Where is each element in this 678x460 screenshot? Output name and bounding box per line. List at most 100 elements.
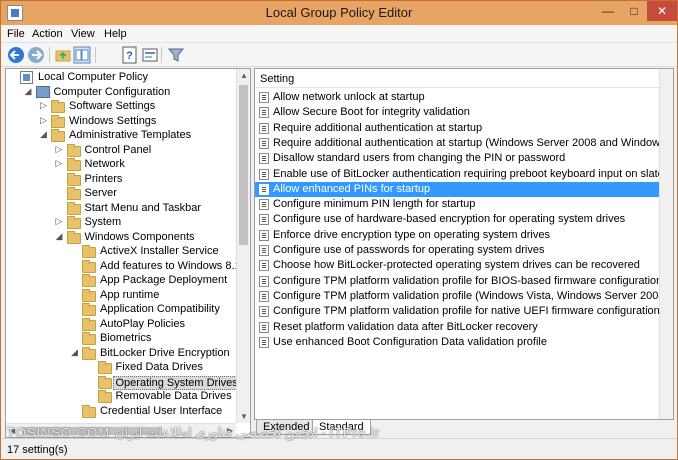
folder-icon <box>51 129 65 142</box>
collapse-arrow-icon[interactable]: ◢ <box>71 347 81 358</box>
setting-label: Configure use of hardware-based encrypti… <box>273 213 626 226</box>
policy-setting-icon <box>259 260 269 272</box>
filter-icon[interactable] <box>167 46 185 64</box>
expand-arrow-icon[interactable]: ▷ <box>56 158 66 169</box>
policy-setting-icon <box>259 214 269 226</box>
setting-row[interactable]: Enable use of BitLocker authentication r… <box>255 167 659 182</box>
setting-row[interactable]: Allow Secure Boot for integrity validati… <box>255 105 659 120</box>
title-bar[interactable]: Local Group Policy Editor — □ ✕ <box>1 1 677 25</box>
settings-list-pane[interactable]: Setting Allow network unlock at startup A… <box>254 68 674 420</box>
setting-label: Allow Secure Boot for integrity validati… <box>273 106 470 119</box>
policy-setting-icon <box>259 321 269 333</box>
setting-label: Choose how BitLocker-protected operating… <box>273 259 640 272</box>
setting-label: Allow enhanced PINs for startup <box>273 182 431 195</box>
policy-setting-icon <box>259 275 269 287</box>
properties-icon[interactable] <box>141 46 159 64</box>
tree-item-label: BitLocker Drive Encryption <box>100 346 230 359</box>
setting-row[interactable]: Configure TPM platform validation profil… <box>255 289 659 304</box>
folder-icon <box>66 230 81 244</box>
folder-icon <box>66 172 81 186</box>
setting-row[interactable]: Configure use of passwords for operating… <box>255 243 659 258</box>
tree-item-label: Add features to Windows 8.1 <box>100 259 241 272</box>
folder-icon <box>66 216 81 229</box>
scroll-thumb[interactable] <box>239 85 248 245</box>
column-header-setting[interactable]: Setting <box>260 73 294 85</box>
collapse-arrow-icon[interactable]: ◢ <box>25 86 35 97</box>
tree-item-label: Administrative Templates <box>69 129 192 141</box>
folder-icon <box>82 346 96 360</box>
setting-row[interactable]: Require additional authentication at sta… <box>255 136 659 151</box>
collapse-arrow-icon[interactable]: ◢ <box>40 129 50 140</box>
forward-arrow-icon[interactable] <box>27 46 45 64</box>
computer-icon <box>35 85 50 98</box>
folder-icon <box>66 143 81 157</box>
menu-view[interactable]: View <box>71 28 95 40</box>
back-arrow-icon[interactable] <box>7 46 25 64</box>
policy-setting-icon <box>259 183 269 195</box>
tree-item-label: Computer Configuration <box>53 85 171 98</box>
tree-item-label: Biometrics <box>100 332 152 344</box>
up-folder-icon[interactable] <box>54 46 72 64</box>
tree-item-label: Fixed Data Drives <box>115 361 203 373</box>
show-hide-tree-icon[interactable] <box>73 46 91 64</box>
toolbar-separator <box>49 47 50 63</box>
menu-help[interactable]: Help <box>104 28 127 40</box>
setting-row[interactable]: Configure minimum PIN length for startup <box>255 197 659 212</box>
setting-row[interactable]: Reset platform validation data after Bit… <box>255 320 659 335</box>
folder-icon <box>82 332 96 345</box>
expand-arrow-icon[interactable]: ▷ <box>40 100 50 111</box>
folder-icon <box>82 259 96 273</box>
list-header[interactable]: Setting <box>255 69 673 88</box>
setting-row[interactable]: Allow enhanced PINs for startup <box>255 181 659 198</box>
setting-row[interactable]: Enforce drive encryption type on operati… <box>255 228 659 243</box>
toolbar-separator <box>161 47 162 63</box>
setting-row[interactable]: Allow network unlock at startup <box>255 90 659 105</box>
setting-row[interactable]: Configure TPM platform validation profil… <box>255 274 659 289</box>
collapse-arrow-icon[interactable]: ◢ <box>56 231 66 242</box>
policy-setting-icon <box>259 229 269 241</box>
setting-row[interactable]: Configure TPM platform validation profil… <box>255 304 659 319</box>
close-button[interactable]: ✕ <box>647 1 677 21</box>
tree-vertical-scrollbar[interactable]: ▲ ▼ <box>236 69 250 423</box>
expand-arrow-icon[interactable]: ▷ <box>56 216 66 227</box>
menu-file[interactable]: File <box>7 28 25 40</box>
policy-setting-icon <box>259 137 269 149</box>
folder-icon <box>82 245 96 258</box>
minimize-button[interactable]: — <box>595 1 621 21</box>
tree-item-label: Start Menu and Taskbar <box>84 201 202 214</box>
tree-item-label: Operating System Drives <box>112 375 241 390</box>
policy-setting-icon <box>259 199 269 211</box>
toolbar: ? <box>1 43 677 67</box>
list-vertical-scrollbar[interactable] <box>659 69 673 419</box>
folder-icon <box>82 288 96 302</box>
setting-row[interactable]: Configure use of hardware-based encrypti… <box>255 212 659 227</box>
setting-row[interactable]: Use enhanced Boot Configuration Data val… <box>255 335 659 350</box>
app-window: Local Group Policy Editor — □ ✕ File Act… <box>0 0 678 460</box>
tree-item-label: System <box>84 216 122 228</box>
folder-icon <box>66 187 81 200</box>
scroll-up-arrow-icon[interactable]: ▲ <box>240 71 248 80</box>
menu-action[interactable]: Action <box>32 28 63 40</box>
tree-item-label: Server <box>84 187 117 199</box>
tree-item-label: Windows Components <box>84 230 195 243</box>
tree-item-label: Control Panel <box>84 143 152 156</box>
maximize-button[interactable]: □ <box>621 1 647 21</box>
policy-setting-icon <box>259 168 269 180</box>
policy-setting-icon <box>259 290 269 302</box>
expand-arrow-icon[interactable]: ▷ <box>40 115 50 126</box>
help-icon[interactable]: ? <box>121 46 139 64</box>
policy-setting-icon <box>259 122 269 134</box>
folder-icon <box>97 390 112 403</box>
folder-icon <box>51 114 65 128</box>
setting-label: Allow network unlock at startup <box>273 91 425 103</box>
status-bar: 17 setting(s) <box>1 438 677 459</box>
svg-text:?: ? <box>126 50 133 62</box>
tree-pane[interactable]: Local Computer Policy ◢ Computer Configura… <box>5 68 251 438</box>
setting-row[interactable]: Disallow standard users from changing th… <box>255 151 659 166</box>
setting-row[interactable]: Require additional authentication at sta… <box>255 121 659 136</box>
scroll-down-arrow-icon[interactable]: ▼ <box>240 412 248 421</box>
setting-row[interactable]: Choose how BitLocker-protected operating… <box>255 258 659 273</box>
expand-arrow-icon[interactable]: ▷ <box>56 144 66 155</box>
setting-label: Configure use of passwords for operating… <box>273 244 545 256</box>
setting-label: Enable use of BitLocker authentication r… <box>273 167 659 180</box>
